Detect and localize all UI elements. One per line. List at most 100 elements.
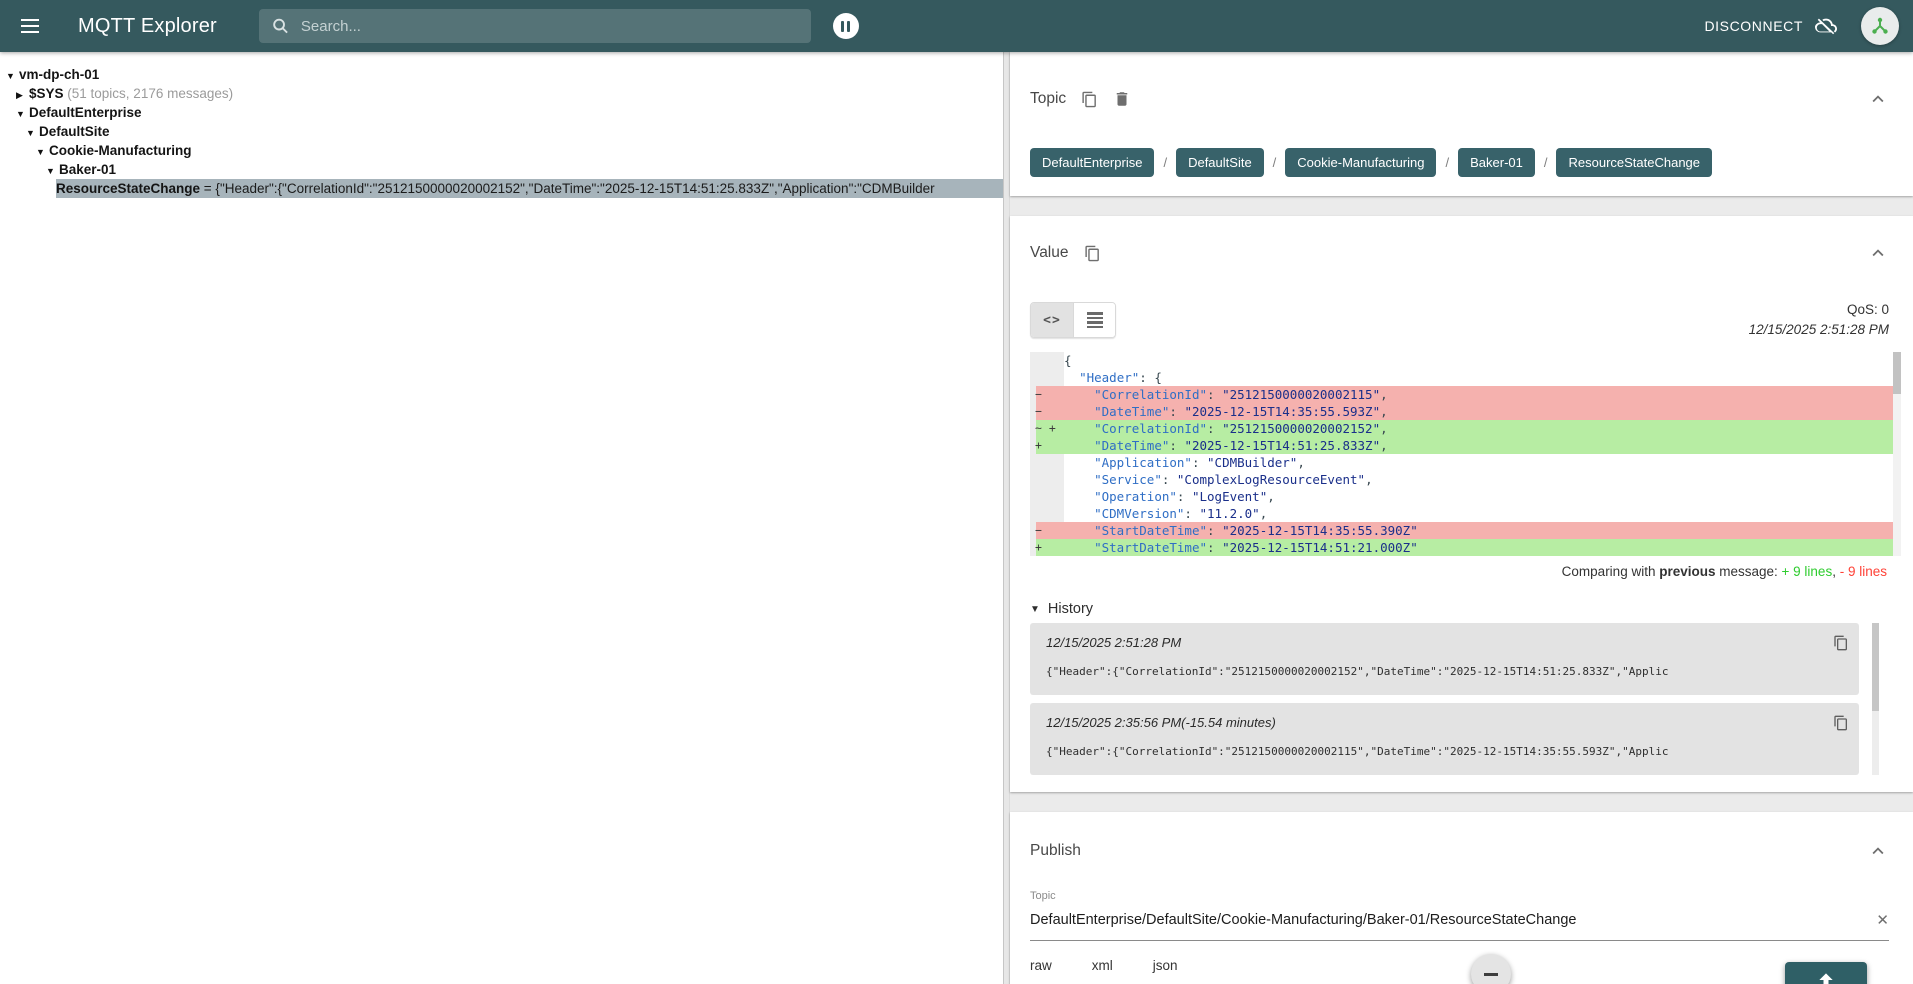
diff-line: + "StartDateTime": "2025-12-15T14:51:21.…: [1030, 539, 1901, 556]
tree-row[interactable]: ▼ vm-dp-ch-01: [0, 65, 1003, 84]
publish-topic-value[interactable]: DefaultEnterprise/DefaultSite/Cookie-Man…: [1030, 912, 1864, 928]
value-section-title: Value: [1030, 244, 1069, 261]
tree-expander-icon[interactable]: ▶: [16, 86, 29, 103]
tree-row[interactable]: ▼ DefaultSite: [0, 122, 1003, 141]
topic-chip[interactable]: ResourceStateChange: [1556, 148, 1713, 177]
publish-format-raw[interactable]: raw: [1030, 958, 1052, 973]
diff-view-button[interactable]: <>: [1031, 303, 1073, 337]
diff-line-content: "CorrelationId": "2512150000020002152",: [1064, 420, 1901, 437]
history-entry-timestamp: 12/15/2025 2:35:56 PM(-15.54 minutes): [1046, 715, 1276, 730]
pause-button[interactable]: [832, 13, 859, 39]
diff-line: + "DateTime": "2025-12-15T14:51:25.833Z"…: [1030, 437, 1901, 454]
topic-chip[interactable]: DefaultSite: [1176, 148, 1264, 177]
diff-gutter: ~ +: [1030, 420, 1064, 437]
breadcrumb-separator: /: [1543, 155, 1548, 170]
topic-chip[interactable]: Baker-01: [1458, 148, 1535, 177]
delete-topic-button[interactable]: [1113, 90, 1131, 108]
tree-node-label: vm-dp-ch-01: [19, 67, 100, 82]
tree-expander-icon[interactable]: ▼: [6, 67, 19, 84]
topic-section-title: Topic: [1030, 90, 1067, 107]
raw-view-button[interactable]: [1073, 303, 1115, 337]
diff-line: "Application": "CDMBuilder",: [1030, 454, 1901, 471]
avatar[interactable]: [1861, 7, 1899, 45]
history-title: History: [1047, 601, 1094, 617]
diff-scrollbar[interactable]: [1893, 352, 1901, 556]
added-lines-count: + 9 lines: [1781, 564, 1833, 579]
removed-lines-count: - 9 lines: [1839, 564, 1887, 579]
chevron-up-icon: [1872, 95, 1884, 103]
diff-line-content: "Header": {: [1079, 370, 1162, 385]
copy-value-button[interactable]: [1084, 245, 1101, 262]
tree-node-label: DefaultSite: [39, 124, 110, 139]
tree-row[interactable]: ▼ Baker-01: [0, 160, 1003, 179]
diff-line-content: "Application": "CDMBuilder",: [1094, 455, 1305, 470]
tree-node-label: Baker-01: [59, 162, 117, 177]
tree-row[interactable]: ▼ DefaultEnterprise: [0, 103, 1003, 122]
collapse-topic-button[interactable]: [1867, 88, 1889, 110]
history-scrollbar[interactable]: [1872, 623, 1879, 775]
search-box[interactable]: [258, 9, 811, 43]
tree-expander-icon[interactable]: ▼: [36, 143, 49, 160]
tree-row[interactable]: ResourceStateChange = {"Header":{"Correl…: [0, 179, 1003, 198]
publish-topic-input[interactable]: DefaultEnterprise/DefaultSite/Cookie-Man…: [1030, 911, 1889, 941]
panel-divider[interactable]: [1003, 52, 1010, 984]
value-diff: { "Header": {− "CorrelationId": "2512150…: [1030, 352, 1901, 556]
history-header[interactable]: ▼ History: [1030, 601, 1889, 617]
tree-node-label: Cookie-Manufacturing: [49, 143, 192, 158]
topic-chip[interactable]: Cookie-Manufacturing: [1285, 148, 1437, 177]
search-icon: [273, 18, 288, 34]
copy-topic-button[interactable]: [1081, 91, 1098, 108]
copy-history-button[interactable]: [1833, 635, 1849, 651]
chevron-up-icon: [1872, 847, 1884, 855]
tree-row[interactable]: ▼ Cookie-Manufacturing: [0, 141, 1003, 160]
history-scrollbar-thumb[interactable]: [1872, 623, 1879, 711]
tree-expander-icon[interactable]: ▼: [46, 162, 59, 179]
tree-node-label: $SYS: [29, 86, 64, 101]
diff-gutter: +: [1030, 539, 1064, 556]
collapse-value-button[interactable]: [1867, 242, 1889, 264]
collapse-publish-button[interactable]: [1867, 840, 1889, 862]
tree-row[interactable]: ▶ $SYS (51 topics, 2176 messages): [0, 84, 1003, 103]
diff-scrollbar-thumb[interactable]: [1893, 352, 1901, 394]
history-entry[interactable]: 12/15/2025 2:35:56 PM(-15.54 minutes) {"H…: [1030, 703, 1859, 775]
diff-line-content: "CorrelationId": "2512150000020002115",: [1064, 386, 1901, 403]
connection-tree-icon: [1872, 17, 1888, 34]
history-list: 12/15/2025 2:51:28 PM {"Header":{"Correla…: [1030, 623, 1889, 775]
history-entry-payload: {"Header":{"CorrelationId":"251215000002…: [1046, 665, 1669, 678]
publish-format-json[interactable]: json: [1153, 958, 1178, 973]
search-input[interactable]: [300, 17, 798, 35]
diff-gutter: [1030, 369, 1064, 386]
tree-node-label: DefaultEnterprise: [29, 105, 142, 120]
chevron-up-icon: [1872, 249, 1884, 257]
publish-section-title: Publish: [1030, 842, 1081, 859]
diff-line: − "DateTime": "2025-12-15T14:35:55.593Z"…: [1030, 403, 1901, 420]
topic-breadcrumb: DefaultEnterprise / DefaultSite / Cookie-Man…: [1030, 148, 1889, 177]
topic-tree-panel: ▼ vm-dp-ch-01 ▶ $SYS (51 topics, 2176 messa…: [0, 52, 1003, 984]
diff-line-content: "StartDateTime": "2025-12-15T14:51:21.00…: [1064, 539, 1901, 556]
copy-icon: [1082, 91, 1097, 107]
value-view-toggle: <>: [1030, 302, 1116, 338]
topic-chip[interactable]: DefaultEnterprise: [1030, 148, 1155, 177]
history-collapse-icon: ▼: [1030, 603, 1040, 615]
detail-panel: Topic DefaultEnterprise / DefaultSite / Cook…: [1010, 52, 1913, 984]
clear-topic-icon[interactable]: ✕: [1876, 911, 1889, 929]
publish-icon: [1819, 973, 1833, 984]
tree-expander-icon[interactable]: ▼: [26, 124, 39, 141]
copy-icon: [1834, 715, 1847, 731]
diff-gutter: −: [1030, 522, 1064, 539]
diff-line-content: "CDMVersion": "11.2.0",: [1094, 506, 1268, 521]
history-entry-timestamp: 12/15/2025 2:51:28 PM: [1046, 635, 1182, 650]
breadcrumb-separator: /: [1272, 155, 1277, 170]
tree-expander-icon[interactable]: ▼: [16, 105, 29, 122]
app-title: MQTT Explorer: [78, 14, 217, 37]
publish-send-button[interactable]: [1785, 962, 1867, 984]
diff-gutter: [1030, 471, 1064, 488]
disconnect-button[interactable]: DISCONNECT: [1704, 18, 1803, 34]
history-entry[interactable]: 12/15/2025 2:51:28 PM {"Header":{"Correla…: [1030, 623, 1859, 695]
publish-format-xml[interactable]: xml: [1092, 958, 1113, 973]
diff-line-content: "Service": "ComplexLogResourceEvent",: [1094, 472, 1373, 487]
publish-topic-label: Topic: [1030, 890, 1056, 902]
menu-button[interactable]: [8, 4, 52, 48]
copy-history-button[interactable]: [1833, 715, 1849, 731]
qos-label: QoS: 0: [1846, 302, 1889, 317]
